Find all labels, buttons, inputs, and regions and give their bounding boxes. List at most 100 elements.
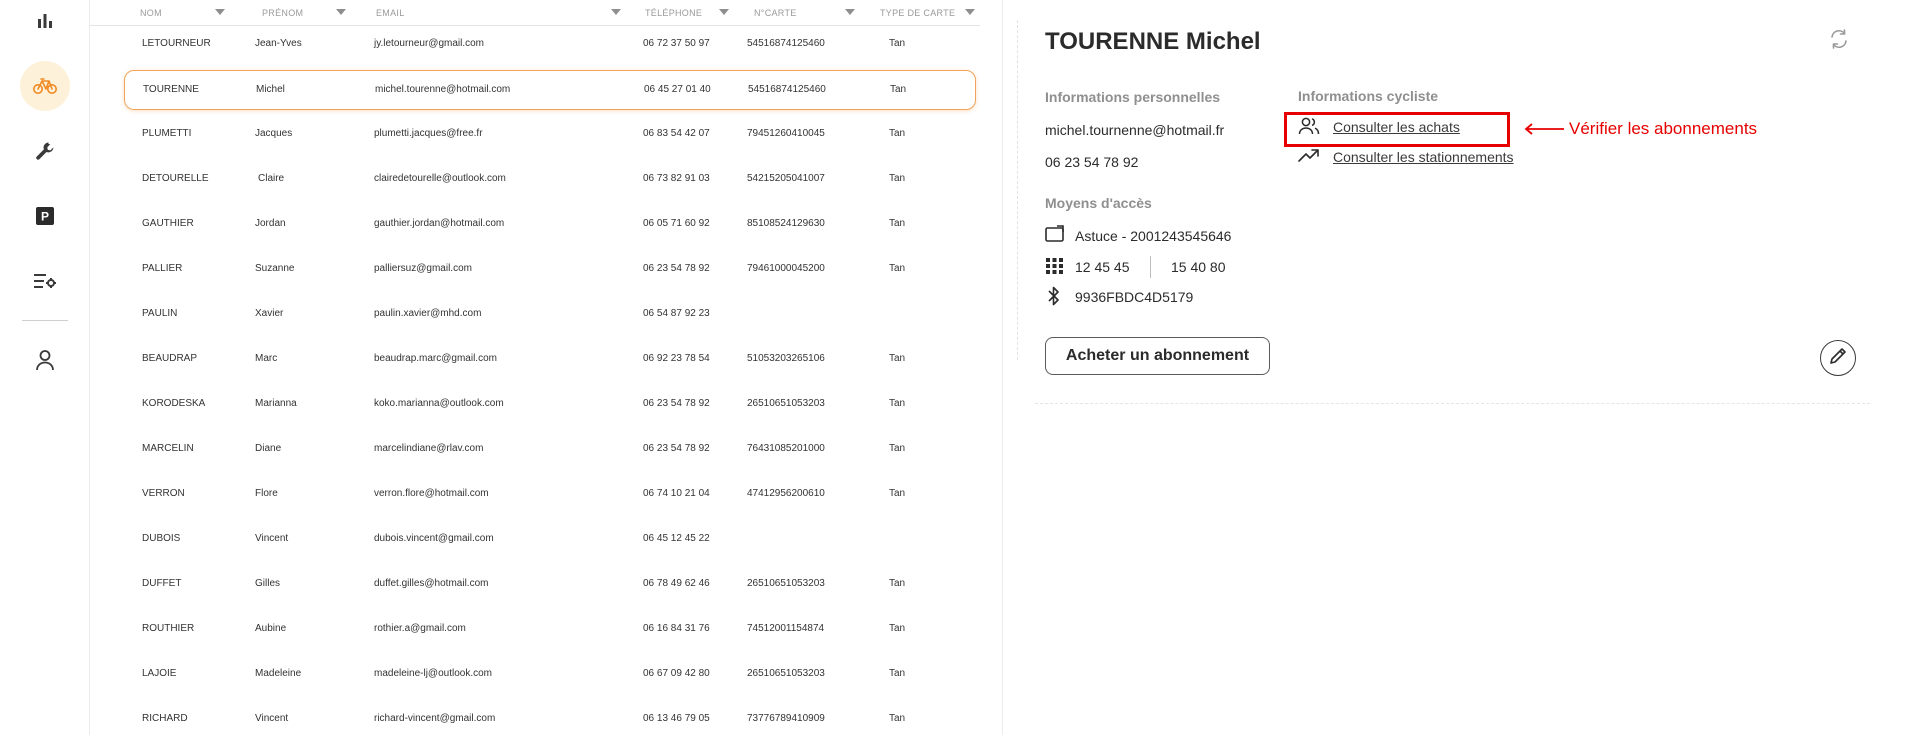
table-row[interactable]: BEAUDRAP Marc beaudrap.marc@gmail.com 06 92… [90,339,980,379]
cell-prenom: Marianna [255,398,297,409]
table-row[interactable]: DUBOIS Vincent dubois.vincent@gmail.com 06 … [90,519,980,559]
table-row[interactable]: DUFFET Gilles duffet.gilles@hotmail.com 06 … [90,564,980,604]
refresh-icon[interactable] [1828,28,1850,55]
cell-prenom: Jean-Yves [255,38,302,49]
cell-carte: 79451260410045 [747,128,825,139]
trending-up-icon [1298,149,1320,168]
buy-subscription-button[interactable]: Acheter un abonnement [1045,337,1270,375]
cell-telephone: 06 92 23 78 54 [643,353,710,364]
cell-telephone: 06 54 87 92 23 [643,308,710,319]
cell-type: Tan [889,218,906,229]
cell-email: gauthier.jordan@hotmail.com [374,218,505,229]
sidebar-item-settings[interactable] [20,256,70,306]
table-row-selected[interactable]: TOURENNE Michel michel.tourenne@hotmail.co… [124,70,976,110]
cell-nom: VERRON [142,488,185,499]
cell-carte: 79461000045200 [747,263,825,274]
table-row[interactable]: LAJOIE Madeleine madeleine-lj@outlook.com 0… [90,654,980,694]
access-card: Astuce - 2001243545646 [1075,228,1232,244]
code-separator [1150,256,1151,278]
edit-button[interactable] [1820,340,1856,376]
panel-divider [1017,20,1018,360]
card-icon [1045,225,1065,248]
highlight-box [1284,112,1510,147]
access-code-2: 15 40 80 [1171,259,1226,275]
sort-caret-icon[interactable] [215,9,225,15]
bicycle-icon [33,77,57,95]
cell-type: Tan [889,173,906,184]
table-row[interactable]: LETOURNEUR Jean-Yves jy.letourneur@gmail.c… [90,24,980,64]
table-row[interactable]: PLUMETTI Jacques plumetti.jacques@free.fr 0… [90,114,980,154]
cell-prenom: Marc [255,353,278,364]
sidebar-item-statistics[interactable] [20,0,70,46]
cell-carte: 26510651053203 [747,398,825,409]
svg-text:P: P [41,210,49,224]
cell-prenom: Vincent [255,533,289,544]
cell-prenom: Xavier [255,308,284,319]
cell-nom: ROUTHIER [142,623,195,634]
sidebar-item-cyclists[interactable] [20,61,70,111]
access-label: Moyens d'accès [1045,195,1152,211]
cell-nom: LAJOIE [142,668,177,679]
cell-telephone: 06 78 49 62 46 [643,578,710,589]
cell-nom: KORODESKA [142,398,206,409]
column-header-nom[interactable]: NOM [140,8,162,18]
cell-type: Tan [889,353,906,364]
table-row[interactable]: RICHARD Vincent richard-vincent@gmail.com 0… [90,699,980,735]
sort-caret-icon[interactable] [719,9,729,15]
annotation-label: Vérifier les abonnements [1569,119,1758,138]
cell-telephone: 06 16 84 31 76 [643,623,710,634]
cell-prenom: Michel [256,84,285,95]
arrow-left-icon [1524,122,1564,140]
sort-caret-icon[interactable] [336,9,346,15]
detail-phone: 06 23 54 78 92 [1045,154,1139,170]
cell-prenom: Jacques [255,128,293,139]
cell-nom: PALLIER [142,263,183,274]
column-header-email[interactable]: EMAIL [376,8,405,18]
cell-prenom: Aubine [255,623,287,634]
cell-nom: RICHARD [142,713,188,724]
cell-type: Tan [889,623,906,634]
cell-email: plumetti.jacques@free.fr [374,128,483,139]
table-row[interactable]: PAULIN Xavier paulin.xavier@mhd.com 06 54 8… [90,294,980,334]
consult-parkings-link[interactable]: Consulter les stationnements [1333,149,1514,165]
cell-email: verron.flore@hotmail.com [374,488,489,499]
section-divider [1035,403,1870,404]
table-row[interactable]: PALLIER Suzanne palliersuz@gmail.com 06 23 … [90,249,980,289]
table-row[interactable]: DETOURELLE Claire clairedetourelle@outlook… [90,159,980,199]
cell-type: Tan [889,443,906,454]
cell-carte: 76431085201000 [747,443,825,454]
cell-telephone: 06 23 54 78 92 [643,263,710,274]
cell-email: richard-vincent@gmail.com [374,713,496,724]
cell-email: paulin.xavier@mhd.com [374,308,482,319]
column-header-carte[interactable]: N°CARTE [754,8,797,18]
table-row[interactable]: MARCELIN Diane marcelindiane@rlav.com 06 23… [90,429,980,469]
sidebar-item-parking[interactable]: P [20,191,70,241]
bluetooth-icon [1047,286,1061,311]
cell-email: michel.tourenne@hotmail.com [375,84,511,95]
sort-caret-icon[interactable] [611,9,621,15]
cell-prenom: Gilles [255,578,281,589]
table-row[interactable]: VERRON Flore verron.flore@hotmail.com 06 74… [90,474,980,514]
sidebar-item-account[interactable] [20,335,70,385]
detail-email: michel.tournenne@hotmail.fr [1045,122,1225,138]
cell-carte: 54215205041007 [747,173,825,184]
column-header-type[interactable]: TYPE DE CARTE [880,8,955,18]
table-row[interactable]: GAUTHIER Jordan gauthier.jordan@hotmail.co… [90,204,980,244]
sort-caret-icon[interactable] [845,9,855,15]
personal-info-label: Informations personnelles [1045,89,1221,105]
cell-nom: GAUTHIER [142,218,194,229]
panel-separator [1002,0,1003,735]
column-header-telephone[interactable]: TÉLÉPHONE [645,8,702,18]
table-row[interactable]: ROUTHIER Aubine rothier.a@gmail.com 06 16 8… [90,609,980,649]
table-row[interactable]: KORODESKA Marianna koko.marianna@outlook.c… [90,384,980,424]
sort-caret-icon[interactable] [965,9,975,15]
cell-email: clairedetourelle@outlook.com [374,173,506,184]
column-header-prenom[interactable]: PRÉNOM [262,8,303,18]
cyclist-table: NOM PRÉNOM EMAIL TÉLÉPHONE N°CARTE TYPE … [90,0,1002,735]
cell-nom: PAULIN [142,308,178,319]
cell-prenom: Suzanne [255,263,295,274]
keypad-icon [1045,257,1065,280]
parking-icon: P [36,207,54,225]
sidebar-item-maintenance[interactable] [20,126,70,176]
cell-type: Tan [889,488,906,499]
